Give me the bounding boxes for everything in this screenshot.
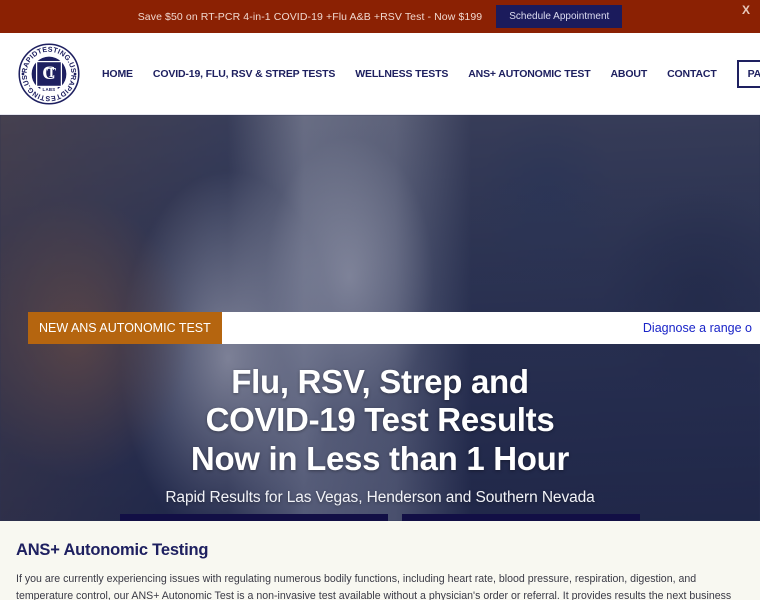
site-header: RAPIDTESTING.US RAPIDTESTING.US C T LABS… xyxy=(0,33,760,115)
marquee-scrolling-text[interactable]: Diagnose a range o xyxy=(643,321,752,335)
cta-long-covid[interactable]: I Want to Know if I Have Long COVID xyxy=(401,514,640,521)
hero-cta-group: I Feel Sick and Have COVID/Flu Symptoms … xyxy=(0,514,760,521)
promo-banner: Save $50 on RT-PCR 4-in-1 COVID-19 +Flu … xyxy=(0,0,760,33)
main-navigation: HOME COVID-19, FLU, RSV & STREP TESTS WE… xyxy=(102,59,760,88)
svg-text:LABS: LABS xyxy=(42,87,55,92)
announcement-marquee: NEW ANS AUTONOMIC TEST Diagnose a range … xyxy=(28,312,760,344)
nav-wellness-tests[interactable]: WELLNESS TESTS xyxy=(355,68,448,80)
nav-contact[interactable]: CONTACT xyxy=(667,68,717,80)
marquee-track: Diagnose a range o xyxy=(222,312,760,344)
nav-covid-flu-rsv-strep-tests[interactable]: COVID-19, FLU, RSV & STREP TESTS xyxy=(153,68,335,80)
hero-text-block: Flu, RSV, Strep and COVID-19 Test Result… xyxy=(0,363,760,507)
hero-headline-line-2: COVID-19 Test Results xyxy=(205,401,555,439)
nav-ans-autonomic-test[interactable]: ANS+ AUTONOMIC TEST xyxy=(468,68,590,80)
hero-banner: NEW ANS AUTONOMIC TEST Diagnose a range … xyxy=(0,115,760,521)
nav-home[interactable]: HOME xyxy=(102,68,133,80)
hero-headline-line-1: Flu, RSV, Strep and xyxy=(231,363,529,400)
marquee-tag-new-ans-autonomic-test[interactable]: NEW ANS AUTONOMIC TEST xyxy=(28,312,222,344)
promo-text: Save $50 on RT-PCR 4-in-1 COVID-19 +Flu … xyxy=(137,10,483,23)
main-content-section: ANS+ Autonomic Testing If you are curren… xyxy=(0,521,760,600)
close-icon[interactable]: X xyxy=(742,4,750,16)
hero-subtitle: Rapid Results for Las Vegas, Henderson a… xyxy=(165,488,595,506)
hero-headline: Flu, RSV, Strep and COVID-19 Test Result… xyxy=(0,363,760,478)
patient-portal-button[interactable]: PATIENT PORTAL xyxy=(736,59,760,88)
hero-headline-line-3: Now in Less than 1 Hour xyxy=(190,439,570,477)
section-title: ANS+ Autonomic Testing xyxy=(16,541,209,559)
nav-about[interactable]: ABOUT xyxy=(611,68,648,80)
cta-row-1: I Feel Sick and Have COVID/Flu Symptoms … xyxy=(120,514,640,521)
section-paragraph: If you are currently experiencing issues… xyxy=(16,573,732,600)
svg-text:T: T xyxy=(47,65,56,80)
cta-feel-sick[interactable]: I Feel Sick and Have COVID/Flu Symptoms xyxy=(120,514,388,521)
rapidtesting-us-labs-logo[interactable]: RAPIDTESTING.US RAPIDTESTING.US C T LABS xyxy=(18,42,80,105)
schedule-appointment-button[interactable]: Schedule Appointment xyxy=(496,5,623,28)
